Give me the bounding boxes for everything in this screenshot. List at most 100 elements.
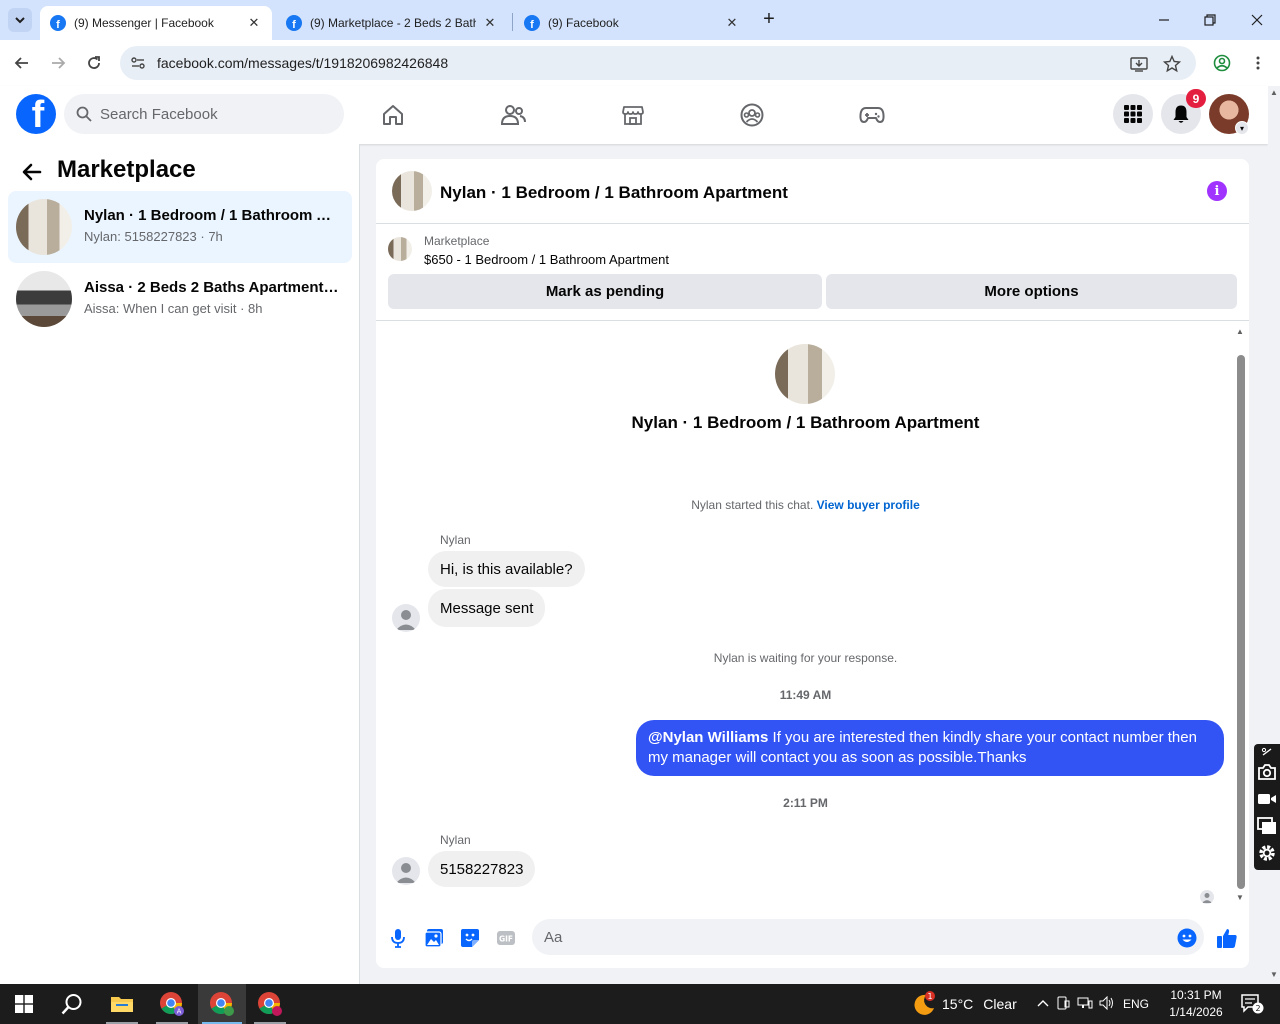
marketplace-label: Marketplace bbox=[424, 234, 490, 248]
nav-home[interactable] bbox=[373, 98, 413, 132]
window-capture-button[interactable] bbox=[1257, 816, 1277, 836]
listing-thumbnail bbox=[16, 199, 72, 255]
nav-marketplace[interactable] bbox=[613, 98, 653, 132]
more-vertical-icon bbox=[1256, 56, 1260, 70]
mention-tag[interactable]: @Nylan Williams bbox=[648, 729, 768, 746]
profile-menu-button[interactable] bbox=[1209, 50, 1235, 76]
groups-icon bbox=[740, 103, 764, 127]
facebook-favicon-icon: f bbox=[50, 15, 66, 31]
scroll-up-arrow-icon[interactable]: ▲ bbox=[1270, 88, 1278, 97]
record-video-button[interactable] bbox=[1257, 789, 1277, 809]
back-arrow-button[interactable] bbox=[20, 160, 44, 184]
site-settings-icon[interactable] bbox=[130, 55, 146, 71]
chat-avatar[interactable] bbox=[392, 171, 432, 211]
install-app-button[interactable] bbox=[1129, 54, 1149, 74]
scrollbar-thumb[interactable] bbox=[1237, 355, 1245, 889]
taskbar-chrome-profile-c[interactable] bbox=[246, 984, 294, 1024]
emoji-button[interactable] bbox=[1175, 926, 1199, 950]
show-hidden-icons[interactable] bbox=[1034, 997, 1052, 1011]
weather-temp: 15°C bbox=[942, 996, 974, 1012]
reload-button[interactable] bbox=[81, 50, 107, 76]
windows-logo-icon bbox=[15, 995, 33, 1013]
minimize-button[interactable] bbox=[1141, 0, 1187, 40]
scroll-down-arrow-icon[interactable]: ▼ bbox=[1270, 970, 1278, 979]
chrome-icon: A bbox=[160, 992, 184, 1016]
conversation-item[interactable]: Nylan · 1 Bedroom / 1 Bathroom Apartment… bbox=[8, 191, 352, 263]
search-input[interactable] bbox=[100, 94, 330, 134]
listing-price-title[interactable]: $650 - 1 Bedroom / 1 Bathroom Apartment bbox=[424, 252, 669, 267]
address-bar[interactable]: facebook.com/messages/t/1918206982426848 bbox=[120, 46, 1196, 80]
weather-widget[interactable]: 1 15°C Clear bbox=[910, 984, 1017, 1024]
gif-button[interactable]: GIF bbox=[494, 926, 518, 950]
incoming-message[interactable]: Message sent bbox=[428, 589, 546, 627]
restore-button[interactable] bbox=[1187, 0, 1233, 40]
menu-button[interactable] bbox=[1113, 94, 1153, 134]
message-list[interactable]: Nylan · 1 Bedroom / 1 Bathroom Apartment… bbox=[376, 322, 1249, 904]
tab-close-icon[interactable]: ✕ bbox=[246, 15, 262, 31]
back-button[interactable] bbox=[9, 50, 35, 76]
nav-friends[interactable] bbox=[493, 98, 533, 132]
tray-device-icon[interactable] bbox=[1052, 996, 1074, 1013]
taskbar-search-button[interactable] bbox=[48, 984, 96, 1024]
sender-avatar[interactable] bbox=[392, 604, 420, 632]
message-scrollbar[interactable]: ▲ ▼ bbox=[1234, 327, 1246, 905]
like-send-button[interactable] bbox=[1215, 926, 1239, 950]
network-icon[interactable] bbox=[1074, 996, 1096, 1013]
nav-gaming[interactable] bbox=[852, 98, 892, 132]
incoming-message[interactable]: 5158227823 bbox=[428, 851, 536, 887]
conversation-avatar bbox=[775, 344, 835, 404]
info-icon[interactable]: i bbox=[1207, 181, 1227, 201]
sticker-icon bbox=[461, 929, 479, 947]
taskbar-clock[interactable]: 10:31 PM 1/14/2026 bbox=[1160, 987, 1232, 1021]
tab-close-icon[interactable]: ✕ bbox=[724, 15, 740, 31]
capture-settings-button[interactable] bbox=[1257, 843, 1277, 863]
scroll-up-arrow-icon[interactable]: ▲ bbox=[1235, 327, 1245, 337]
close-window-button[interactable] bbox=[1234, 0, 1280, 40]
chat-header: Nylan · 1 Bedroom / 1 Bathroom Apartment… bbox=[376, 159, 1249, 224]
view-buyer-profile-link[interactable]: View buyer profile bbox=[817, 498, 920, 512]
mark-as-pending-button[interactable]: Mark as pending bbox=[388, 274, 822, 309]
conversation-title: Aissa · 2 Beds 2 Baths Apartment/Condo bbox=[84, 279, 340, 296]
browser-tab-messenger[interactable]: f (9) Messenger | Facebook ✕ bbox=[40, 6, 272, 40]
pin-icon[interactable] bbox=[1257, 746, 1277, 758]
taskbar-file-explorer[interactable] bbox=[98, 984, 146, 1024]
incoming-message[interactable]: Hi, is this available? bbox=[428, 551, 585, 587]
facebook-logo[interactable]: f bbox=[16, 94, 56, 134]
tab-title: (9) Messenger | Facebook bbox=[74, 16, 214, 30]
browser-menu-button[interactable] bbox=[1245, 50, 1271, 76]
message-input[interactable] bbox=[532, 919, 1204, 955]
conversation-item[interactable]: Aissa · 2 Beds 2 Baths Apartment/Condo A… bbox=[8, 263, 352, 335]
attach-photo-button[interactable] bbox=[422, 926, 446, 950]
volume-icon[interactable] bbox=[1096, 995, 1118, 1013]
chrome-icon bbox=[258, 992, 282, 1016]
input-language[interactable]: ENG bbox=[1118, 997, 1154, 1011]
bookmark-button[interactable] bbox=[1162, 54, 1182, 74]
tab-close-icon[interactable]: ✕ bbox=[482, 15, 498, 31]
notification-center-button[interactable]: 2 bbox=[1232, 984, 1272, 1024]
voice-clip-button[interactable] bbox=[386, 926, 410, 950]
sender-avatar[interactable] bbox=[392, 857, 420, 885]
chevron-down-icon[interactable]: ▾ bbox=[1235, 121, 1249, 135]
browser-tab-facebook[interactable]: f (9) Facebook ✕ bbox=[514, 6, 750, 40]
browser-tab-marketplace[interactable]: f (9) Marketplace - 2 Beds 2 Baths ✕ bbox=[276, 6, 508, 40]
sticker-button[interactable] bbox=[458, 926, 482, 950]
friends-icon bbox=[500, 105, 526, 125]
outgoing-message[interactable]: @Nylan Williams If you are interested th… bbox=[636, 720, 1224, 776]
gaming-icon bbox=[859, 107, 885, 123]
listing-thumbnail[interactable] bbox=[388, 237, 412, 261]
new-tab-button[interactable]: + bbox=[758, 8, 780, 30]
nav-groups[interactable] bbox=[732, 98, 772, 132]
facebook-search[interactable] bbox=[64, 94, 344, 134]
more-options-button[interactable]: More options bbox=[826, 274, 1237, 309]
chat-header-title[interactable]: Nylan · 1 Bedroom / 1 Bathroom Apartment bbox=[440, 183, 788, 203]
forward-button[interactable] bbox=[45, 50, 71, 76]
taskbar-chrome-profile-a[interactable]: A bbox=[148, 984, 196, 1024]
smiley-icon bbox=[1177, 928, 1197, 948]
tab-search-button[interactable] bbox=[8, 8, 32, 32]
screenshot-button[interactable] bbox=[1257, 762, 1277, 782]
image-icon bbox=[424, 929, 443, 948]
chevron-up-icon bbox=[1037, 1000, 1049, 1007]
start-button[interactable] bbox=[0, 984, 48, 1024]
scroll-down-arrow-icon[interactable]: ▼ bbox=[1235, 893, 1245, 903]
taskbar-chrome-active[interactable] bbox=[198, 984, 246, 1024]
